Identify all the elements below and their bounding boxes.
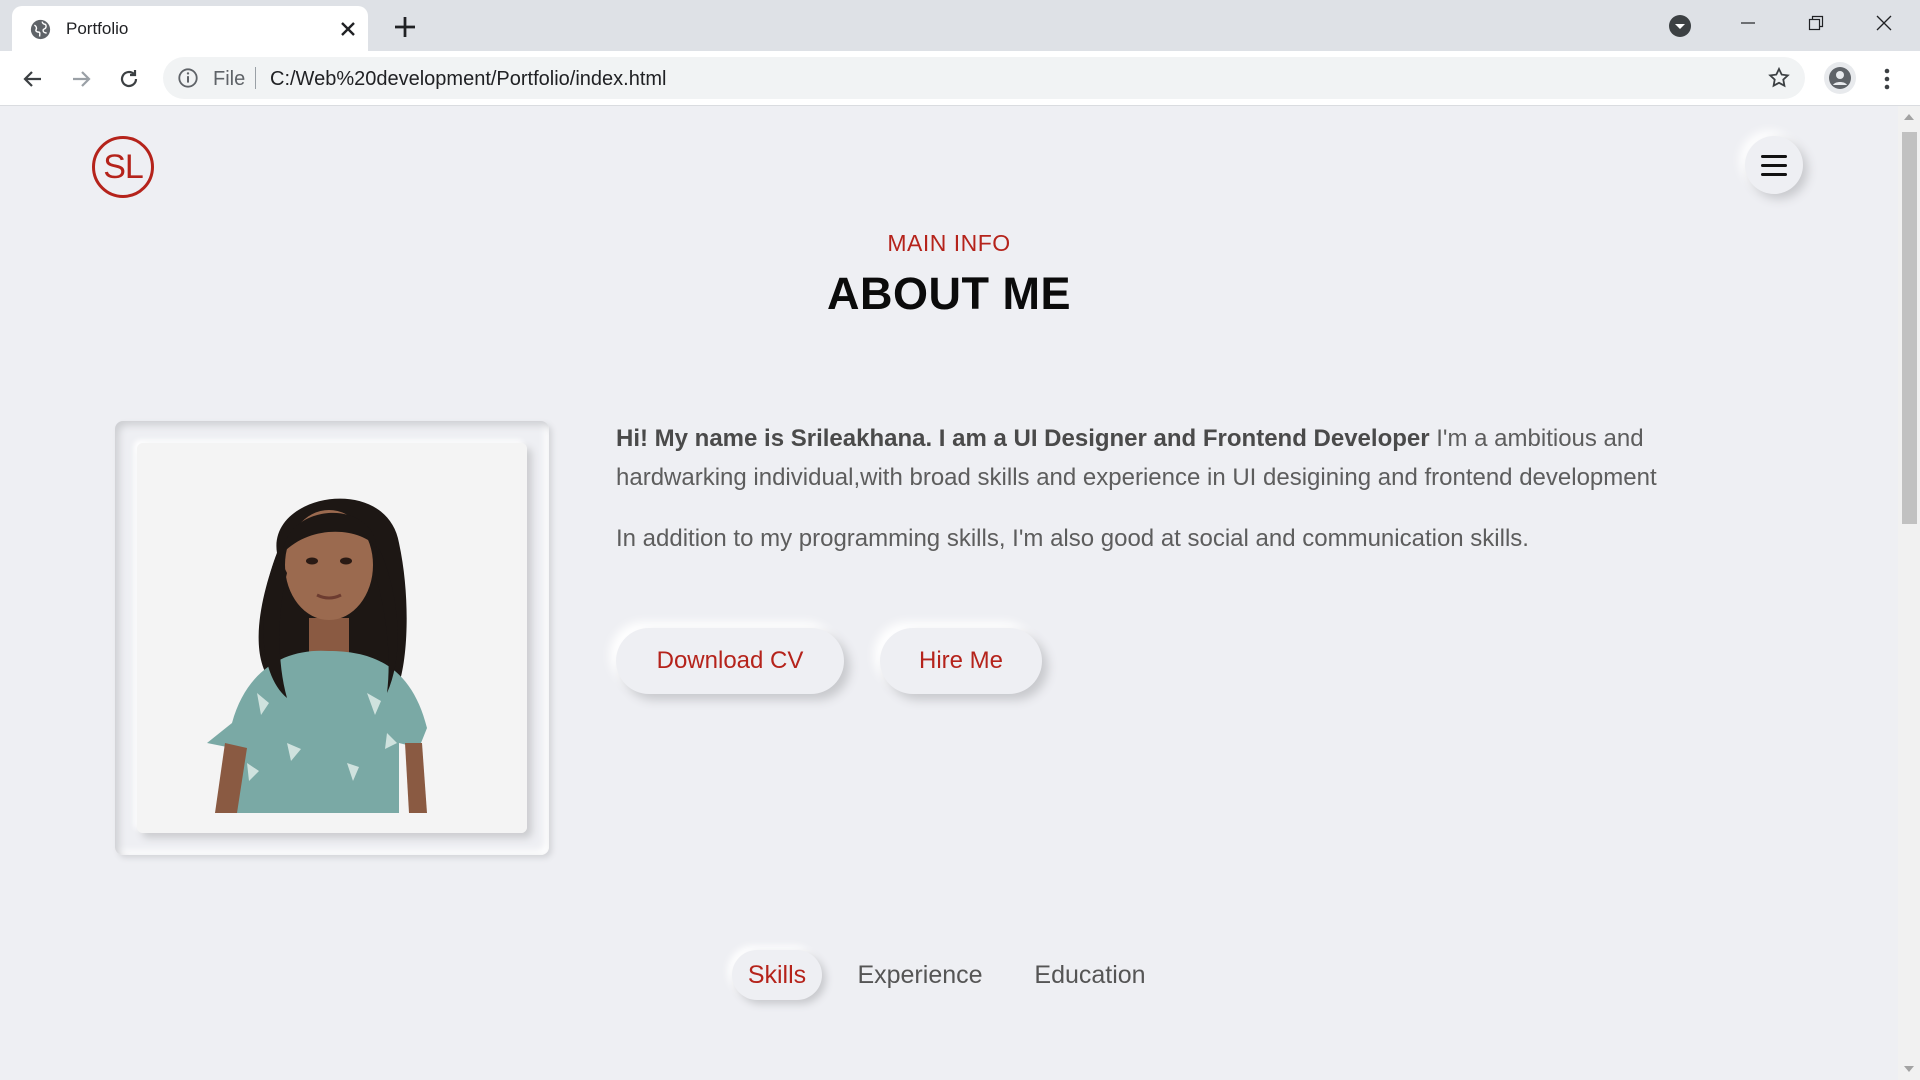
page-viewport: SL MAIN INFO ABOUT ME Hi! My name is Sri… — [0, 106, 1920, 1080]
intro-bold-text: Hi! My name is Srileakhana. I am a UI De… — [616, 425, 1430, 452]
skills-paragraph: In addition to my programming skills, I'… — [616, 525, 1529, 552]
address-scheme-label: File — [213, 68, 246, 90]
scrollbar-thumb[interactable] — [1902, 132, 1917, 524]
section-kicker: MAIN INFO — [887, 230, 1011, 256]
address-separator — [255, 67, 256, 89]
reload-button[interactable] — [114, 64, 144, 94]
profile-photo-frame — [115, 421, 549, 855]
scroll-down-arrow-icon[interactable] — [1904, 1066, 1914, 1072]
forward-button[interactable] — [66, 64, 96, 94]
back-button[interactable] — [18, 64, 48, 94]
hamburger-icon-line — [1761, 172, 1787, 176]
tab-education[interactable]: Education — [1020, 950, 1160, 1000]
tab-experience[interactable]: Experience — [850, 950, 990, 1000]
arrow-right-icon — [73, 71, 91, 87]
profile-button[interactable] — [1824, 62, 1856, 94]
close-icon[interactable] — [336, 17, 360, 41]
about-tabs: Skills Experience Education — [0, 944, 1898, 1004]
hamburger-icon-line — [1761, 163, 1787, 167]
hamburger-menu-button[interactable] — [1745, 136, 1803, 194]
address-bar[interactable]: File C:/Web%20development/Portfolio/inde… — [163, 57, 1805, 99]
close-icon — [1876, 15, 1892, 31]
browser-tab[interactable]: Portfolio — [12, 6, 368, 51]
url-text[interactable]: C:/Web%20development/Portfolio/index.htm… — [270, 68, 667, 91]
minimize-icon — [1741, 22, 1755, 24]
about-text: Hi! My name is Srileakhana. I am a UI De… — [616, 419, 1716, 558]
reload-icon — [120, 70, 138, 88]
person-portrait-image — [137, 443, 527, 833]
download-cv-button[interactable]: Download CV — [616, 628, 844, 694]
user-icon — [1829, 67, 1851, 89]
tab-title: Portfolio — [66, 19, 129, 38]
close-window-button[interactable] — [1864, 8, 1904, 38]
section-heading: ABOUT ME — [827, 268, 1071, 319]
profile-photo — [137, 443, 527, 833]
tab-search-icon[interactable] — [1668, 14, 1692, 38]
site-logo[interactable]: SL — [92, 136, 154, 198]
arrow-left-icon — [23, 71, 41, 87]
hire-me-button[interactable]: Hire Me — [880, 628, 1042, 694]
star-icon[interactable] — [1767, 66, 1791, 90]
restore-button[interactable] — [1796, 8, 1836, 38]
plus-icon[interactable] — [390, 12, 420, 42]
browser-toolbar: File C:/Web%20development/Portfolio/inde… — [0, 51, 1920, 106]
restore-icon — [1808, 15, 1824, 31]
info-icon[interactable] — [177, 67, 199, 89]
globe-icon — [30, 19, 51, 40]
browser-tab-strip: Portfolio — [0, 0, 1920, 51]
browser-menu-button[interactable] — [1872, 64, 1902, 94]
tab-skills[interactable]: Skills — [732, 950, 822, 1000]
vertical-scrollbar[interactable] — [1898, 106, 1920, 1080]
kebab-menu-icon — [1884, 68, 1890, 90]
minimize-button[interactable] — [1728, 8, 1768, 38]
scroll-up-arrow-icon[interactable] — [1904, 114, 1914, 120]
hamburger-icon-line — [1761, 154, 1787, 158]
intro-paragraph: Hi! My name is Srileakhana. I am a UI De… — [616, 419, 1716, 497]
